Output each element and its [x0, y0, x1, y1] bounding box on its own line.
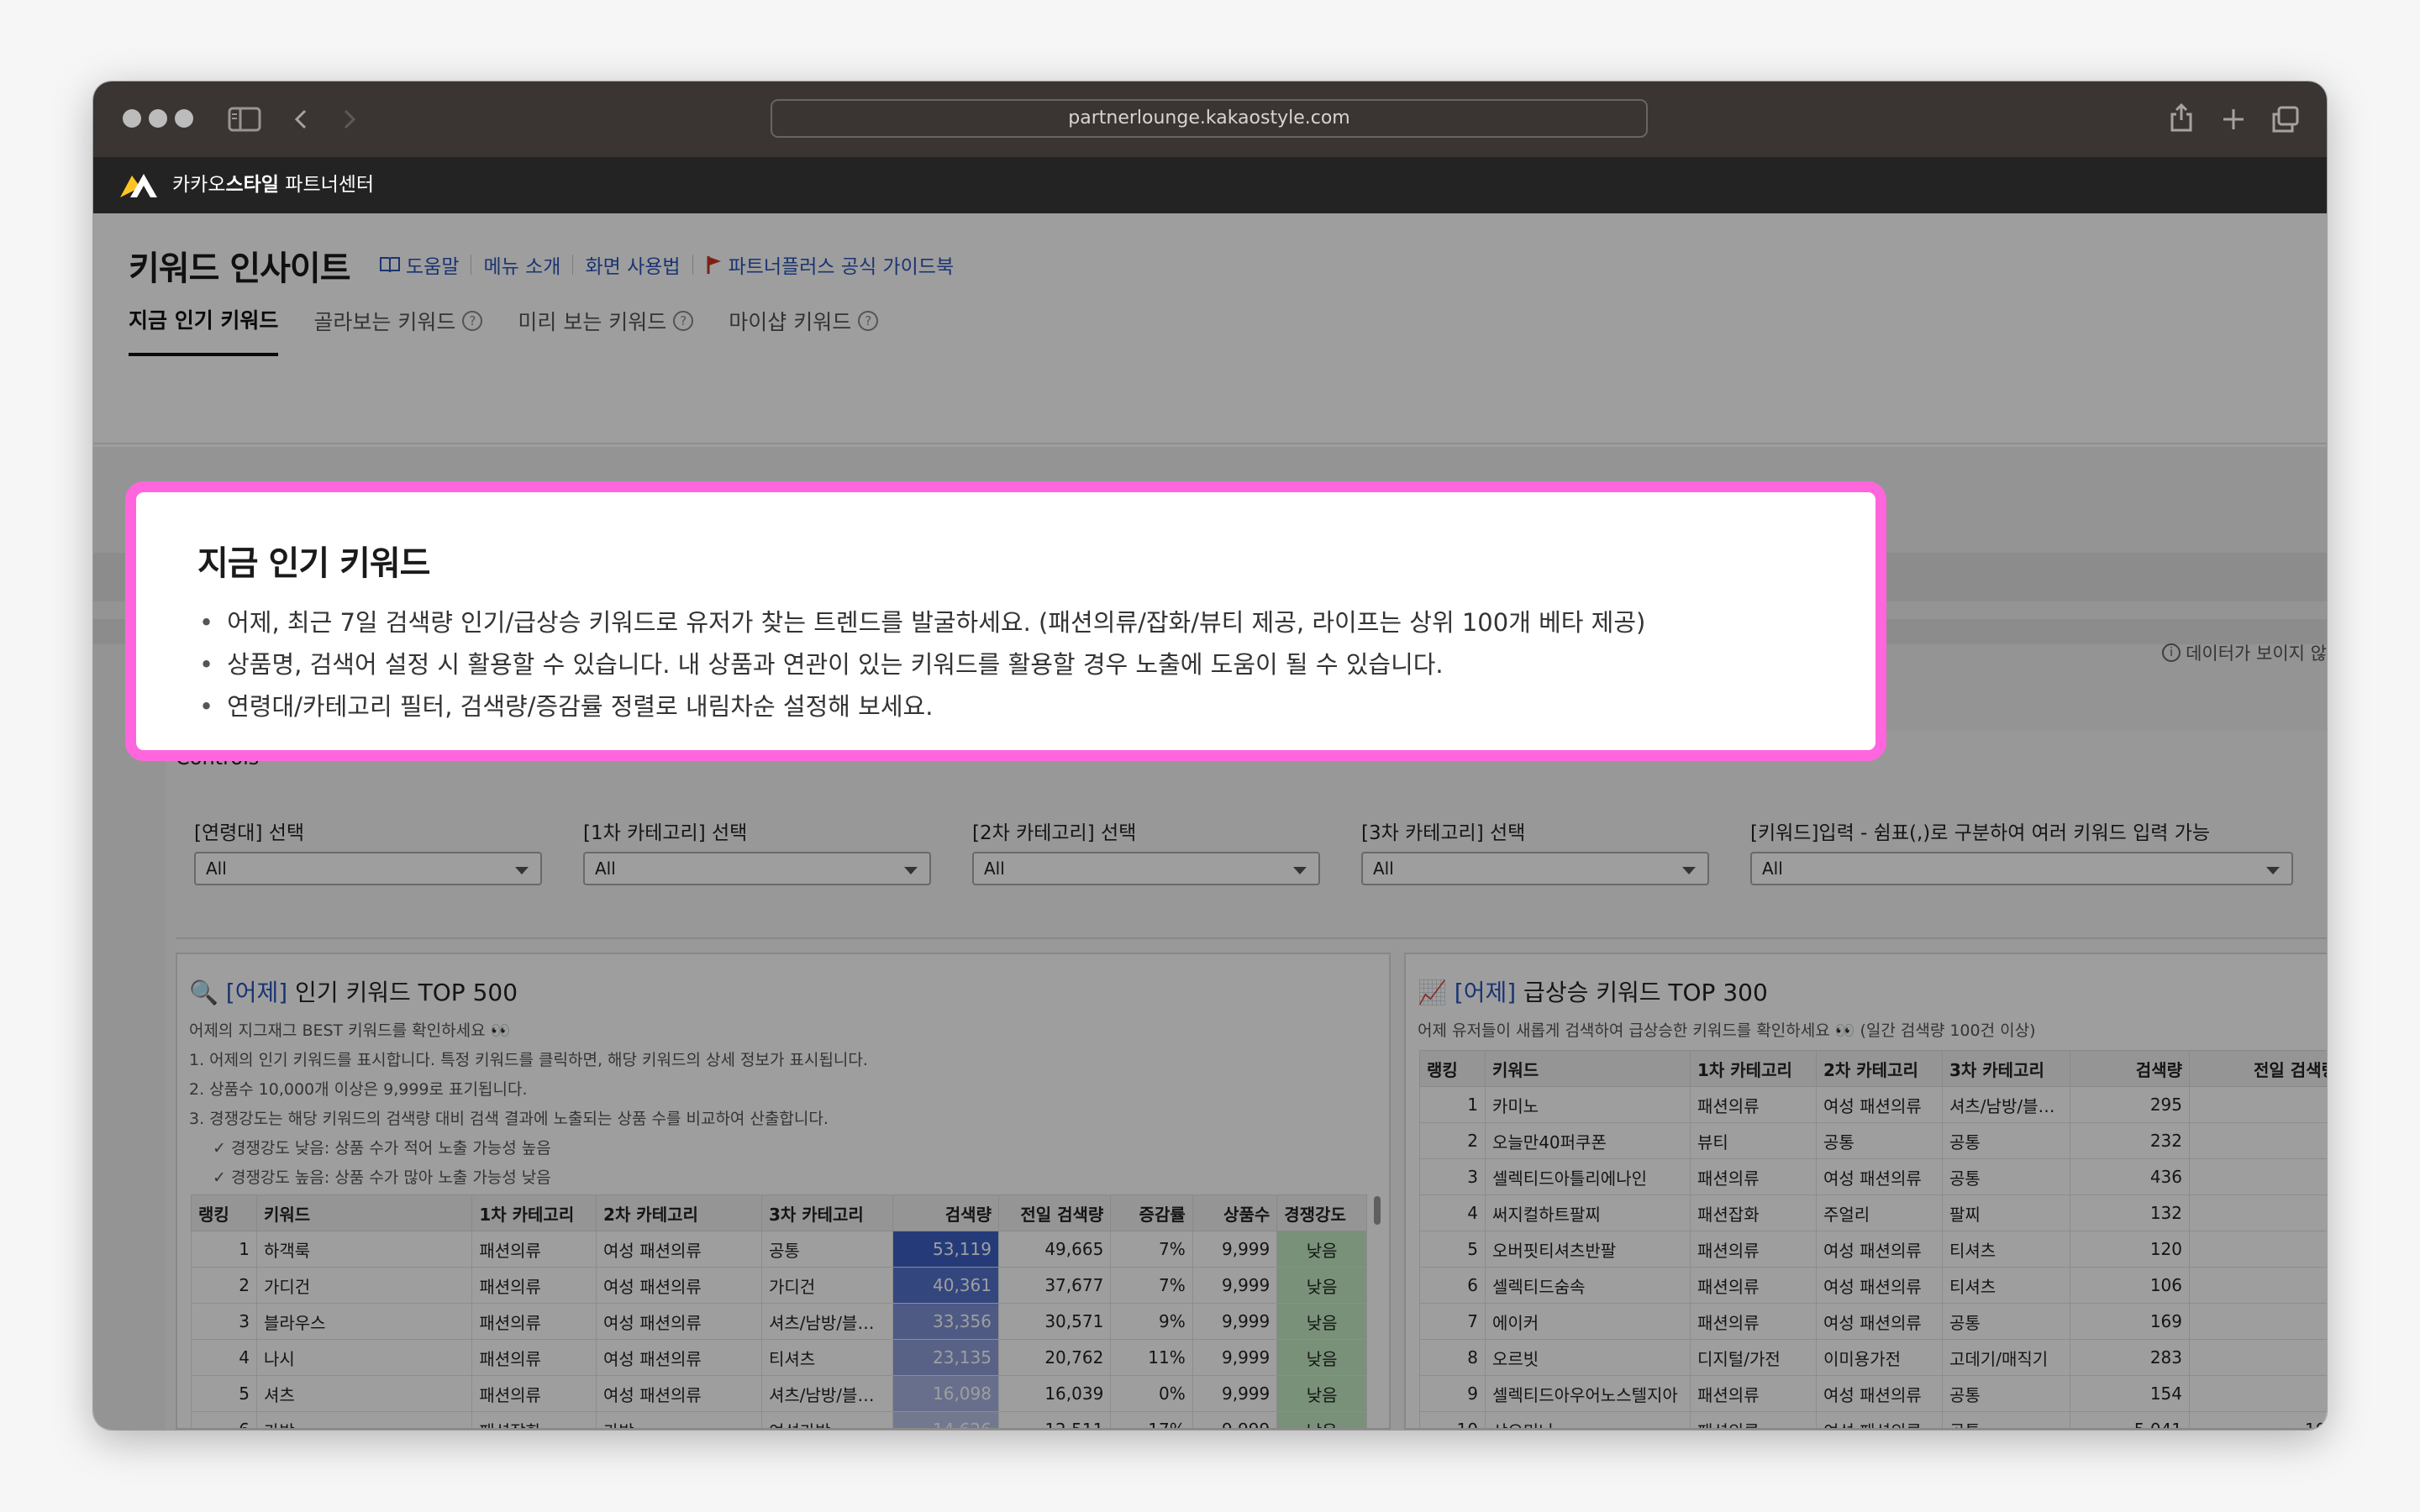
tab-overview-icon[interactable]	[2271, 105, 2300, 134]
browser-titlebar: partnerlounge.kakaostyle.com	[93, 81, 2327, 157]
sidebar-toggle-icon[interactable]	[228, 107, 261, 132]
callout-list: 어제, 최근 7일 검색량 인기/급상승 키워드로 유저가 찾는 트렌드를 발굴…	[199, 601, 1645, 727]
brand-name[interactable]: 카카오스타일 파트너센터	[172, 172, 374, 197]
minimize-window-button[interactable]	[149, 109, 167, 128]
callout-item: 상품명, 검색어 설정 시 활용할 수 있습니다. 내 상품과 연관이 있는 키…	[199, 643, 1645, 685]
callout-title: 지금 인기 키워드	[197, 544, 430, 583]
address-bar[interactable]: partnerlounge.kakaostyle.com	[771, 99, 1648, 138]
forward-icon[interactable]	[342, 108, 357, 130]
new-tab-icon[interactable]	[2221, 107, 2246, 132]
callout-item: 연령대/카테고리 필터, 검색량/증감률 정렬로 내림차순 설정해 보세요.	[199, 685, 1645, 727]
callout-item: 어제, 최근 7일 검색량 인기/급상승 키워드로 유저가 찾는 트렌드를 발굴…	[199, 601, 1645, 643]
app-header: 카카오스타일 파트너센터	[93, 157, 2327, 213]
browser-window: partnerlounge.kakaostyle.com 카카오스타일 파트너센…	[93, 81, 2327, 1430]
kakaostyle-logo-icon[interactable]	[118, 171, 159, 199]
zoom-window-button[interactable]	[175, 109, 193, 128]
back-icon[interactable]	[293, 108, 308, 130]
feature-description-callout: 지금 인기 키워드 어제, 최근 7일 검색량 인기/급상승 키워드로 유저가 …	[125, 481, 1886, 761]
share-icon[interactable]	[2169, 102, 2194, 134]
page-content: 키워드 인사이트 도움말 메뉴 소개 화면 사용법 파트너플러스 공식 가이드북…	[93, 213, 2327, 1430]
overlay-dim	[93, 213, 2327, 1430]
close-window-button[interactable]	[123, 109, 141, 128]
